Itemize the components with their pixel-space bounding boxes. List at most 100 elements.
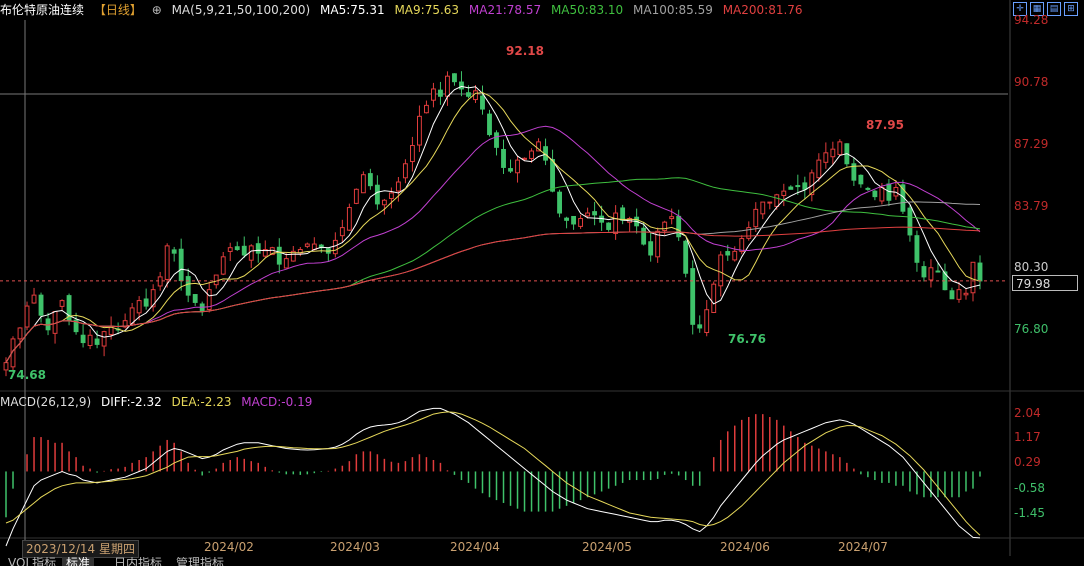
macd-tick: -0.58 [1014,481,1046,495]
candle [480,95,485,110]
candle [346,207,352,231]
candle [94,338,100,345]
candle [956,289,962,300]
candle [101,331,107,347]
cursor-date-label: 2023/12/14 星期四 [22,540,139,558]
candle [928,267,934,281]
candle [59,300,65,307]
macd-value: MACD:-0.19 [241,395,313,409]
candle [515,159,520,174]
macd-dea-value: DEA:-2.23 [171,395,232,409]
candle [760,201,766,215]
price-tick: 87.29 [1014,137,1049,151]
candle [416,115,422,146]
candle [711,283,717,313]
candle [522,157,527,160]
candle [830,148,836,158]
tab-standard[interactable]: 标准 [62,557,95,566]
trading-chart-app: 布伦特原油连续 【日线】 ⊕ MA(5,9,21,50,100,200) MA5… [0,0,1084,566]
candle [241,245,247,256]
candle [459,81,464,90]
candle [150,289,156,308]
time-axis: 2024/02 2024/03 2024/04 2024/05 2024/06 … [0,540,1010,556]
price-tick: 94.28 [1014,13,1049,27]
candle [220,256,226,275]
candle [17,327,23,340]
candle [704,309,710,333]
candle [774,194,780,207]
macd-tick: 0.29 [1014,455,1041,469]
ma5-line [5,85,981,363]
high2-annotation: 87.95 [866,118,904,132]
ma50-line [5,177,981,363]
candle [402,163,408,179]
tab-manage[interactable]: 管理指标 [172,557,228,566]
macd-tick: 2.04 [1014,406,1041,420]
candle [641,227,647,245]
candle [192,294,198,303]
candle [185,276,191,296]
candle [374,184,380,205]
candle [227,247,233,252]
candle [494,132,499,148]
candle [395,181,401,192]
tab-intraday[interactable]: 日内指标 [110,557,166,566]
macd-dea-line [5,411,981,536]
candle [87,334,93,346]
candle [802,182,808,190]
candle [409,145,415,163]
candle [676,215,682,238]
candle [164,245,170,280]
current-price-label: 79.98 [1012,275,1078,291]
month-label: 2024/05 [582,540,632,554]
candle [234,246,240,251]
price-chart-canvas[interactable] [0,0,1084,566]
candle [865,187,871,190]
price-tick: 83.79 [1014,199,1049,213]
candle [529,150,534,159]
ma21-line [5,125,981,363]
candle [823,152,829,163]
candle [683,240,689,274]
candle [445,75,450,97]
ma100-line [5,201,981,363]
candle [592,211,598,216]
candle [788,186,794,190]
candle [487,113,492,136]
candle [304,243,310,247]
candle [620,207,626,221]
candle [725,251,731,256]
macd-diff-value: DIFF:-2.32 [100,395,162,409]
candle [907,207,913,236]
candle [332,239,338,255]
candle [970,261,976,294]
macd-header: MACD(26,12,9) DIFF:-2.32 DEA:-2.23 MACD:… [0,393,318,411]
candle [550,159,555,192]
candle [24,305,30,328]
candle [381,199,387,206]
candle [143,298,149,307]
candle [732,250,738,261]
candle [613,212,619,234]
low-annotation: 76.76 [728,332,766,346]
candle [283,258,289,269]
tab-vol[interactable]: VOL指标 [4,557,60,566]
candle [388,192,394,199]
candle [360,174,366,194]
candle [816,159,822,179]
month-label: 2024/02 [204,540,254,554]
candle [858,174,864,185]
candle [367,173,373,187]
candle [585,212,591,217]
candle [557,191,562,214]
price-tick: 80.30 [1014,260,1049,274]
macd-params-label[interactable]: MACD(26,12,9) [0,395,91,409]
candle [431,88,436,101]
candle [466,92,471,97]
candle [767,201,773,204]
candle [872,190,878,198]
candle [606,222,612,230]
candle [438,89,443,97]
candle [353,188,359,204]
candle [501,148,506,168]
